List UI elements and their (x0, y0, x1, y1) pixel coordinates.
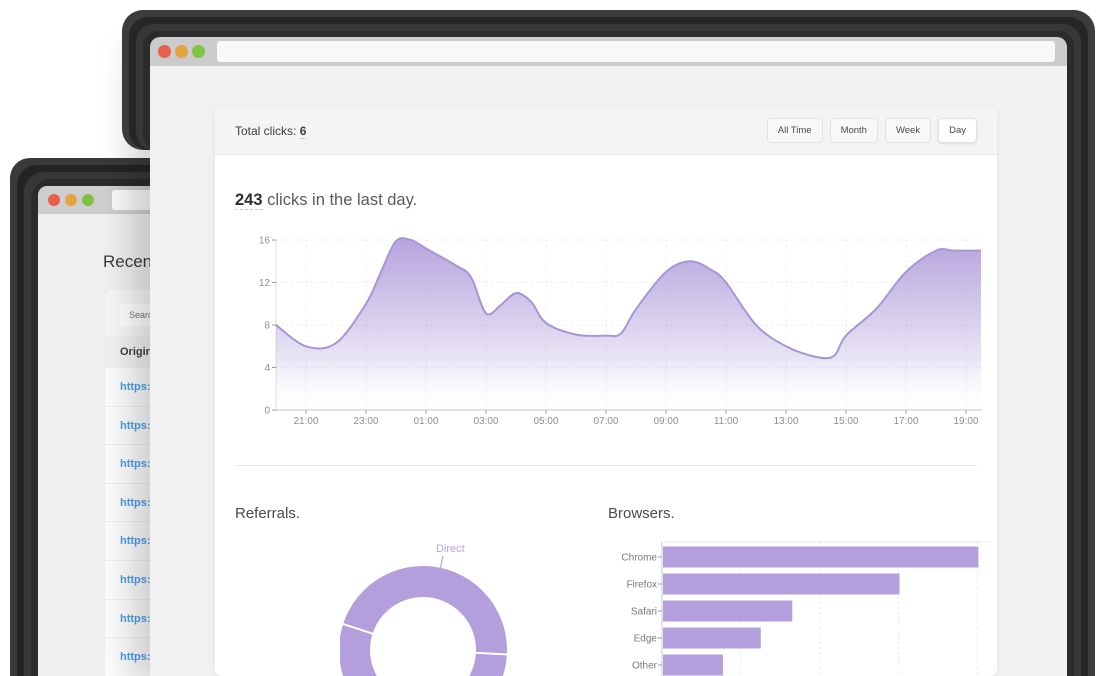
svg-text:05:00: 05:00 (533, 416, 558, 427)
referrals-donut-chart: Direct (340, 535, 540, 676)
clicks-headline: 243 clicks in the last day. (235, 191, 417, 210)
svg-text:15:00: 15:00 (833, 416, 858, 427)
recent-links-title: Recent (103, 252, 157, 272)
window-frame-edge (1088, 120, 1095, 676)
minimize-traffic-light[interactable] (65, 194, 77, 206)
svg-text:Direct: Direct (436, 543, 465, 555)
minimize-traffic-light[interactable] (175, 45, 188, 58)
svg-text:09:00: 09:00 (653, 416, 678, 427)
svg-text:16: 16 (259, 236, 271, 247)
section-divider (235, 465, 977, 466)
svg-text:0: 0 (264, 406, 270, 417)
filter-month-button[interactable]: Month (830, 118, 878, 143)
close-traffic-light[interactable] (48, 194, 60, 206)
svg-text:01:00: 01:00 (413, 416, 438, 427)
time-filter-group: All Time Month Week Day (767, 118, 977, 143)
card-header: Total clicks: 6 All Time Month Week Day (215, 107, 997, 155)
svg-text:Chrome: Chrome (621, 553, 657, 564)
svg-text:11:00: 11:00 (714, 416, 739, 427)
filter-week-button[interactable]: Week (885, 118, 931, 143)
window-frame-edge (1067, 120, 1074, 676)
svg-text:03:00: 03:00 (473, 416, 498, 427)
svg-text:Edge: Edge (634, 634, 658, 645)
maximize-traffic-light[interactable] (82, 194, 94, 206)
svg-text:Firefox: Firefox (626, 580, 657, 591)
clicks-count: 243 (235, 191, 263, 210)
svg-text:12: 12 (259, 278, 271, 289)
svg-text:Safari: Safari (631, 607, 657, 618)
referrals-title: Referrals. (235, 505, 300, 522)
svg-text:17:00: 17:00 (893, 416, 918, 427)
maximize-traffic-light[interactable] (192, 45, 205, 58)
clicks-area-chart: 21:00 23:00 01:00 03:00 05:00 07:00 09:00 11:00… (235, 225, 997, 437)
browsers-bar-chart: Chrome Firefox Safari Edge Other (608, 535, 997, 676)
svg-text:Other: Other (632, 661, 658, 672)
svg-text:19:00: 19:00 (953, 416, 978, 427)
url-bar[interactable] (217, 41, 1055, 62)
browsers-title: Browsers. (608, 505, 675, 522)
window-frame-edge (1081, 120, 1088, 676)
window-frame-edge (1074, 120, 1081, 676)
total-clicks-value: 6 (300, 124, 307, 139)
origin-column-header: Origin (120, 336, 152, 368)
close-traffic-light[interactable] (158, 45, 171, 58)
svg-text:07:00: 07:00 (593, 416, 618, 427)
svg-text:8: 8 (264, 321, 270, 332)
svg-text:23:00: 23:00 (353, 416, 378, 427)
svg-text:4: 4 (264, 363, 270, 374)
filter-all-time-button[interactable]: All Time (767, 118, 823, 143)
filter-day-button[interactable]: Day (938, 118, 977, 143)
desktop-stage: Recent Origin https:// https:// https://… (0, 0, 1102, 676)
svg-text:21:00: 21:00 (293, 416, 318, 427)
svg-text:13:00: 13:00 (773, 416, 798, 427)
total-clicks-label: Total clicks: 6 (235, 124, 306, 138)
analytics-card: Total clicks: 6 All Time Month Week Day … (215, 107, 997, 676)
